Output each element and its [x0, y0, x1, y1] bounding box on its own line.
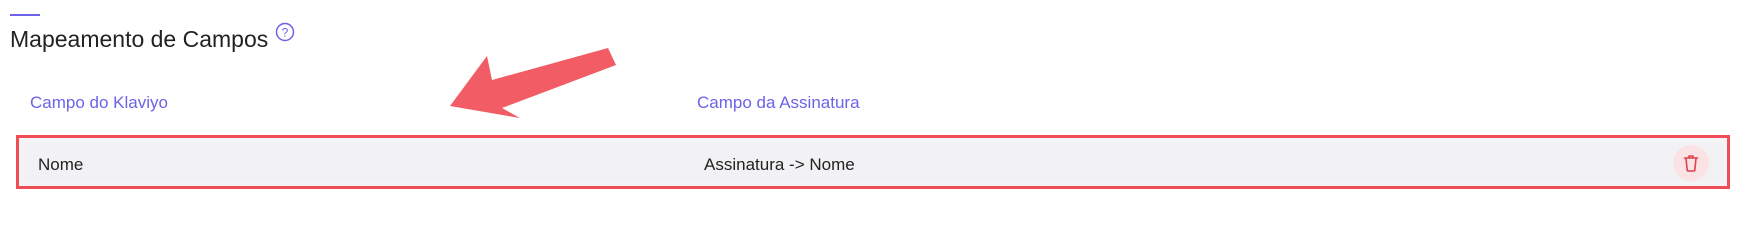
- trash-icon: [1683, 155, 1699, 172]
- tab-indicator: [10, 14, 40, 16]
- field-mapping-panel: Mapeamento de Campos ? Campo do Klaviyo …: [0, 0, 1750, 201]
- klaviyo-field-value: Nome: [38, 155, 84, 174]
- mapping-row-highlight: Nome Assinatura -> Nome: [16, 135, 1730, 189]
- column-header-assinatura: Campo da Assinatura: [697, 93, 860, 112]
- annotation-arrow-icon: [450, 48, 616, 118]
- delete-mapping-button[interactable]: [1673, 145, 1709, 181]
- question-circle-icon[interactable]: ?: [275, 22, 295, 42]
- table-row: Nome Assinatura -> Nome: [23, 142, 1723, 182]
- assinatura-field-value: Assinatura -> Nome: [704, 155, 855, 174]
- section-title: Mapeamento de Campos: [10, 26, 269, 52]
- svg-text:?: ?: [282, 25, 289, 39]
- column-header-klaviyo: Campo do Klaviyo: [30, 93, 168, 112]
